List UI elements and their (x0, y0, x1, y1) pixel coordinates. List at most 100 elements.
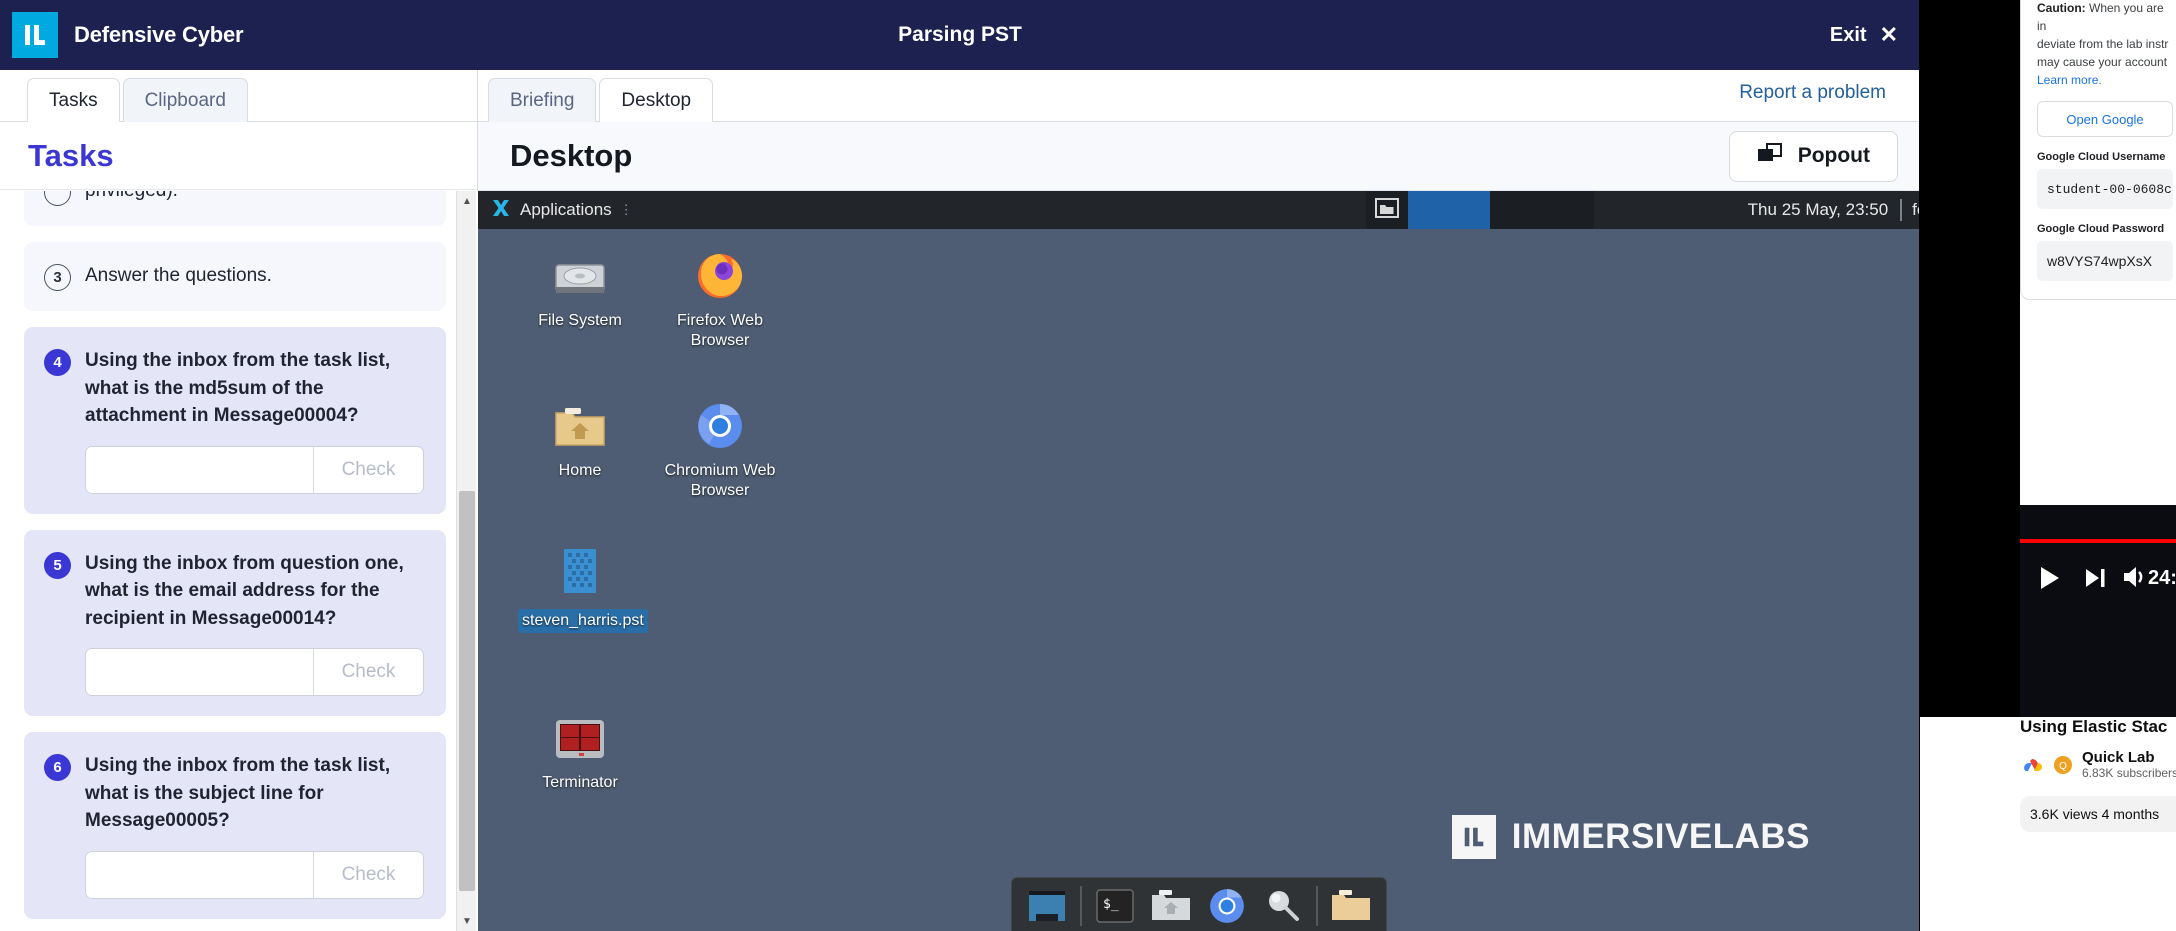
tab-desktop-label: Desktop (621, 89, 692, 111)
vm-dock: $_ (1011, 877, 1387, 931)
desktop-icon-label: Firefox Web Browser (677, 312, 763, 349)
play-icon[interactable] (2034, 563, 2064, 593)
next-track-icon[interactable] (2082, 565, 2108, 591)
question-text: Using the inbox from the task list, what… (85, 755, 391, 832)
answer-input[interactable] (86, 446, 313, 493)
desktop-icon-label: Terminator (542, 774, 618, 791)
task-text: privileged). (85, 191, 424, 205)
tab-tasks[interactable]: Tasks (27, 78, 120, 122)
answer-input[interactable] (86, 851, 313, 898)
channel-avatar: Q (2052, 752, 2074, 778)
task-number-badge: 5 (44, 551, 71, 579)
xfce-mouse-icon (490, 197, 512, 224)
username-label: Google Cloud Username (2037, 151, 2166, 163)
terminal-icon[interactable]: $_ (1092, 883, 1138, 929)
scrollbar-thumb[interactable] (459, 491, 475, 891)
folder-icon[interactable] (1328, 883, 1374, 929)
desktop-icon-label: Chromium Web Browser (664, 462, 776, 499)
desktop-icon-file-system[interactable]: File System (518, 245, 642, 333)
watermark-text: IMMERSIVELABS (1511, 817, 1810, 856)
folder-window-icon (1374, 197, 1399, 223)
check-button[interactable]: Check (313, 851, 423, 898)
task-item-4: 4 Using the inbox from the task list, wh… (24, 327, 446, 514)
desktop-icon-label: steven_harris.pst (518, 609, 648, 633)
desktop-icon-label: Home (558, 462, 602, 479)
firefox-icon (658, 245, 782, 301)
desktop-icon-home[interactable]: Home (518, 395, 642, 483)
question-text: Using the inbox from the task list, what… (85, 350, 391, 427)
home-folder-icon (518, 395, 642, 451)
taskbar-window-filemanager[interactable] (1365, 191, 1408, 229)
task-item-3: 3 Answer the questions. (24, 242, 446, 311)
password-value[interactable]: w8VYS74wpXsX (2037, 241, 2173, 281)
task-number-badge: 3 (44, 264, 71, 291)
tasks-panel: Tasks Clipboard Tasks privileged). 3 Ans… (0, 70, 478, 931)
desktop-icon-terminator[interactable]: Terminator (518, 707, 642, 795)
taskbar-spacer (1593, 191, 1736, 229)
view-count: 3.6K views 4 months (2020, 796, 2176, 832)
tab-clipboard-label: Clipboard (144, 89, 226, 111)
chromium-icon[interactable] (1204, 883, 1250, 929)
caution-line-2: deviate from the lab instr (2037, 37, 2169, 51)
file-manager-icon[interactable] (1148, 883, 1194, 929)
popout-button[interactable]: Popout (1728, 130, 1898, 182)
open-google-console-button[interactable]: Open Google (2037, 101, 2173, 137)
video-metadata: Using Elastic Stac Q Quick Lab 6.83K sub… (2020, 717, 2176, 832)
subscriber-count: 6.83K subscribers (2082, 766, 2176, 780)
answer-row: Check (85, 648, 424, 697)
dock-separator (1316, 886, 1318, 926)
desktop-panel: Briefing Desktop Report a problem Deskto… (478, 70, 1920, 931)
brand-title: Defensive Cyber (74, 22, 244, 47)
svg-text:Q: Q (2059, 761, 2067, 772)
chromium-icon (658, 395, 782, 451)
tab-desktop[interactable]: Desktop (599, 78, 714, 122)
desktop-header: Desktop Popout (478, 122, 1920, 191)
check-button[interactable]: Check (313, 649, 423, 696)
tab-clipboard[interactable]: Clipboard (122, 78, 248, 122)
search-icon[interactable] (1260, 883, 1306, 929)
tasks-scrollbar[interactable]: ▲ ▼ (456, 191, 476, 931)
task-number-badge: 6 (44, 754, 71, 782)
panel-clock-area: Thu 25 May, 23:50 forensics (1736, 199, 1920, 221)
task-item-6: 6 Using the inbox from the task list, wh… (24, 732, 446, 919)
window-buttons (1365, 191, 1736, 229)
vertical-dots-icon: ⋮ (619, 202, 634, 217)
svg-text:$_: $_ (1103, 897, 1119, 912)
check-button[interactable]: Check (313, 446, 423, 493)
volume-icon[interactable] (2120, 563, 2148, 591)
answer-input[interactable] (86, 649, 313, 696)
desktop-icon-chromium[interactable]: Chromium Web Browser (658, 395, 782, 503)
scroll-down-icon[interactable]: ▼ (457, 911, 477, 931)
desktop-icon-pst-file[interactable]: steven_harris.pst (518, 545, 648, 633)
taskbar-window-active[interactable] (1407, 191, 1490, 229)
desktop-icon-firefox[interactable]: Firefox Web Browser (658, 245, 782, 353)
browser-dark-gutter (1920, 0, 2020, 717)
center-tabstrip: Briefing Desktop Report a problem (478, 70, 1920, 122)
learn-more-link[interactable]: Learn more. (2037, 73, 2102, 87)
exit-label: Exit (1829, 23, 1867, 46)
clock-text[interactable]: Thu 25 May, 23:50 (1736, 200, 1901, 220)
exit-button[interactable]: Exit ✕ (1830, 0, 1898, 70)
applications-menu-button[interactable]: Applications ⋮ (478, 191, 646, 229)
question-text: Using the inbox from question one, what … (85, 552, 404, 629)
show-desktop-icon[interactable] (1024, 883, 1070, 929)
answer-row: Check (85, 850, 424, 899)
tasks-heading: Tasks (0, 122, 477, 190)
immersivelabs-logo-icon (12, 12, 58, 58)
pst-file-icon (518, 545, 642, 601)
scroll-up-icon[interactable]: ▲ (457, 191, 477, 211)
xfce-top-panel: Applications ⋮ Thu 25 May, 23:50 f (478, 191, 1920, 229)
tab-briefing[interactable]: Briefing (488, 78, 597, 122)
channel-row[interactable]: Q Quick Lab 6.83K subscribers (2020, 749, 2176, 780)
desktop-heading: Desktop (510, 138, 633, 173)
background-browser-strip: Caution: When you are in deviate from th… (1920, 0, 2176, 931)
vm-viewport[interactable]: Applications ⋮ Thu 25 May, 23:50 f File … (478, 191, 1920, 931)
app-header: Defensive Cyber Parsing PST Exit ✕ (0, 0, 1920, 70)
video-progress-bar[interactable] (2020, 539, 2176, 543)
report-a-problem-link[interactable]: Report a problem (1739, 82, 1886, 104)
video-player[interactable]: 24:46 (2020, 505, 2176, 717)
password-label: Google Cloud Password (2037, 223, 2165, 235)
dock-separator (1080, 886, 1082, 926)
close-icon: ✕ (1879, 22, 1898, 47)
username-value[interactable]: student-00-0608c (2037, 169, 2173, 209)
